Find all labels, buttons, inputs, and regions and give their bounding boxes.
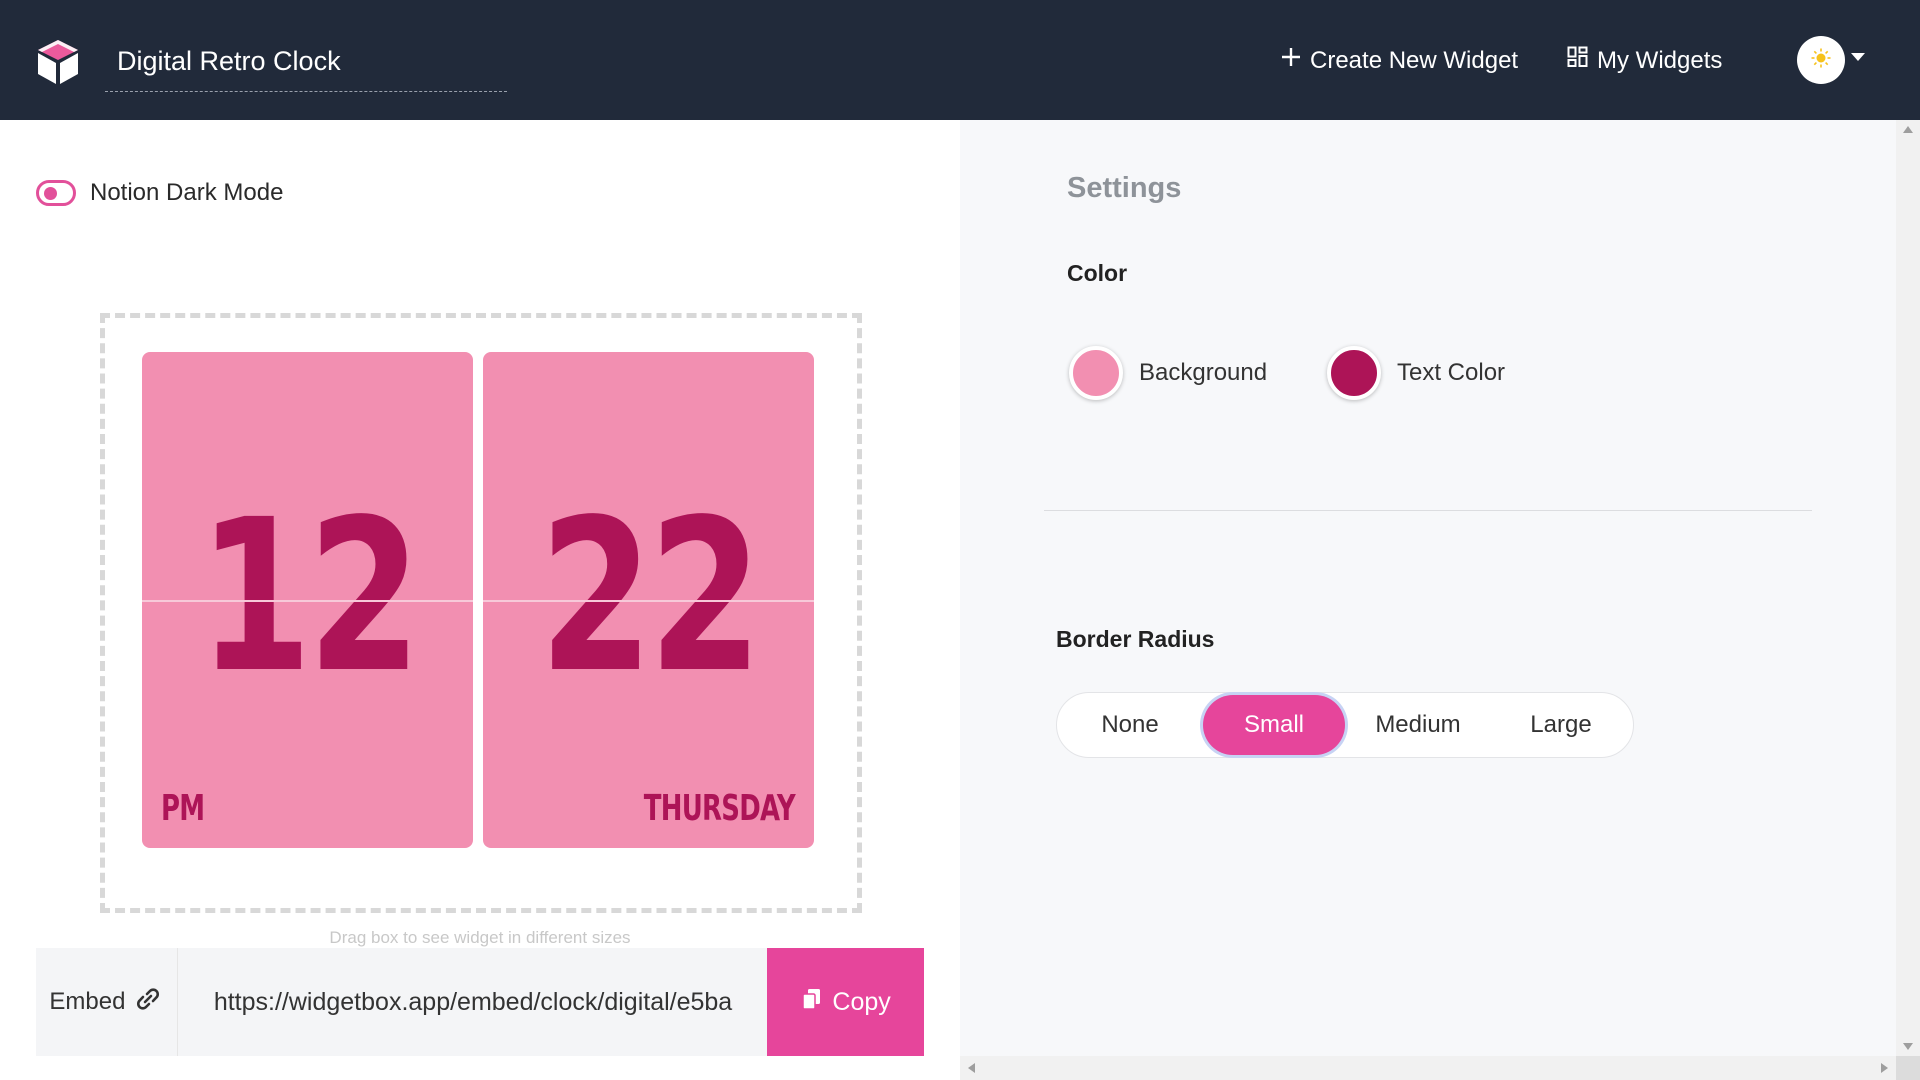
settings-panel: Settings Color Background Text Color Bor…	[960, 120, 1896, 1056]
border-radius-heading: Border Radius	[1056, 626, 1215, 652]
copy-icon	[800, 987, 824, 1018]
text-color-picker[interactable]: Text Color	[1327, 346, 1505, 400]
preview-panel: Notion Dark Mode 12 PM 22 THURSDAY Drag …	[0, 120, 960, 1080]
border-radius-selector: None Small Medium Large	[1056, 692, 1634, 758]
radius-option-small[interactable]: Small	[1203, 695, 1345, 755]
create-new-widget-label: Create New Widget	[1310, 47, 1519, 74]
settings-title: Settings	[1067, 172, 1182, 204]
chevron-down-icon[interactable]	[1851, 53, 1865, 61]
embed-label: Embed	[49, 988, 126, 1015]
create-new-widget-link[interactable]: Create New Widget	[1280, 38, 1518, 84]
embed-url-field[interactable]: https://widgetbox.app/embed/clock/digita…	[177, 948, 768, 1056]
color-heading: Color	[1067, 260, 1128, 286]
minute-digits: 22	[539, 474, 762, 719]
background-color-swatch[interactable]	[1069, 346, 1123, 400]
toggle-knob	[44, 187, 57, 200]
background-color-picker[interactable]: Background	[1069, 346, 1267, 400]
section-divider	[1044, 510, 1812, 511]
hour-card: 12 PM	[142, 352, 473, 848]
grid-icon	[1567, 38, 1589, 84]
copy-button[interactable]: Copy	[767, 948, 924, 1056]
scroll-up-arrow-icon[interactable]	[1903, 126, 1913, 133]
link-icon	[133, 987, 163, 1018]
dark-mode-label: Notion Dark Mode	[90, 179, 284, 206]
sun-icon	[1811, 48, 1831, 73]
scroll-right-arrow-icon[interactable]	[1881, 1063, 1888, 1073]
drag-hint-text: Drag box to see widget in different size…	[329, 928, 631, 947]
text-color-swatch[interactable]	[1327, 346, 1381, 400]
dark-mode-toggle[interactable]	[36, 180, 76, 206]
flip-divider	[142, 600, 473, 602]
resizable-preview-box[interactable]: 12 PM 22 THURSDAY	[100, 313, 862, 913]
plus-icon	[1280, 38, 1302, 84]
scroll-down-arrow-icon[interactable]	[1903, 1043, 1913, 1050]
top-navbar: Digital Retro Clock Create New Widget My…	[0, 0, 1920, 120]
scroll-left-arrow-icon[interactable]	[968, 1063, 975, 1073]
scrollbar-corner	[1896, 1056, 1920, 1080]
radius-option-large[interactable]: Large	[1490, 695, 1632, 755]
horizontal-scrollbar[interactable]	[960, 1056, 1896, 1080]
my-widgets-link[interactable]: My Widgets	[1567, 38, 1722, 84]
cube-logo-icon[interactable]	[34, 38, 82, 86]
vertical-scrollbar[interactable]	[1896, 120, 1920, 1056]
user-avatar-button[interactable]	[1797, 36, 1845, 84]
widget-title-input[interactable]: Digital Retro Clock	[105, 36, 507, 92]
flip-divider	[483, 600, 814, 602]
hour-digits: 12	[198, 474, 421, 719]
minute-card: 22 THURSDAY	[483, 352, 814, 848]
background-color-label: Background	[1139, 359, 1268, 386]
text-color-label: Text Color	[1397, 359, 1506, 386]
radius-option-medium[interactable]: Medium	[1347, 695, 1489, 755]
copy-label: Copy	[832, 987, 891, 1016]
embed-label-cell: Embed	[36, 948, 178, 1056]
day-label: THURSDAY	[643, 788, 796, 829]
period-label: PM	[161, 788, 205, 829]
radius-option-none[interactable]: None	[1059, 695, 1201, 755]
my-widgets-label: My Widgets	[1597, 47, 1723, 74]
embed-bar: Embed https://widgetbox.app/embed/clock/…	[36, 948, 924, 1056]
